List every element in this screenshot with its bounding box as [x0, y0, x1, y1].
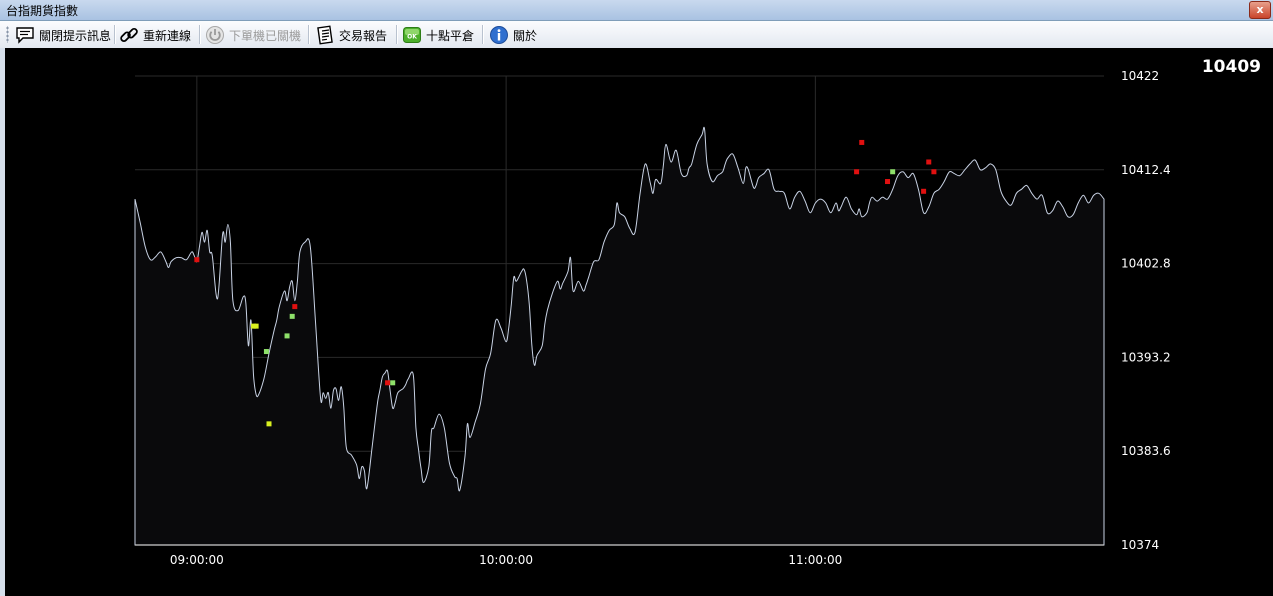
- current-price: 10409: [1201, 57, 1261, 77]
- trade-marker: [263, 349, 269, 355]
- y-tick-label: 10412.4: [1121, 163, 1171, 177]
- toolbar-separator: [396, 25, 398, 44]
- reconnect-button[interactable]: 重新連線: [119, 24, 191, 46]
- speech-bubble-icon: [16, 27, 34, 44]
- y-tick-label: 10402.8: [1121, 257, 1171, 271]
- trade-marker: [284, 333, 290, 339]
- trade-marker: [289, 313, 295, 319]
- title-bar: 台指期貨指數 x: [0, 0, 1273, 21]
- x-tick-label: 11:00:00: [788, 553, 842, 567]
- order-machine-off-button[interactable]: 下單機已關機: [205, 24, 301, 46]
- y-tick-label: 10374: [1121, 538, 1159, 552]
- info-icon: [490, 26, 508, 44]
- trade-marker: [292, 304, 298, 310]
- trade-marker: [390, 380, 396, 386]
- ten-oclock-close-button[interactable]: OK 十點平倉: [402, 24, 474, 46]
- toolbar-separator: [482, 25, 484, 44]
- trade-marker: [859, 139, 865, 145]
- y-tick-label: 10422: [1121, 69, 1159, 83]
- price-area: [134, 126, 1105, 546]
- trade-report-label: 交易報告: [339, 28, 388, 43]
- chain-link-icon: [120, 27, 138, 42]
- trade-marker: [885, 179, 891, 185]
- toolbar-separator: [199, 25, 201, 44]
- y-tick-label: 10393.2: [1121, 350, 1171, 364]
- trade-marker: [385, 380, 391, 386]
- svg-text:OK: OK: [407, 34, 417, 41]
- toolbar-grip[interactable]: [6, 26, 9, 43]
- report-icon: [317, 25, 333, 45]
- trade-marker: [890, 169, 896, 175]
- x-tick-label: 09:00:00: [170, 553, 224, 567]
- trade-marker: [266, 421, 272, 427]
- trade-marker: [253, 323, 259, 329]
- close-button[interactable]: x: [1249, 1, 1271, 19]
- about-button[interactable]: 關於: [489, 24, 537, 46]
- toolbar-separator: [114, 25, 116, 44]
- trade-marker: [926, 159, 932, 165]
- price-chart[interactable]: 10422 10412.4 10402.8 10393.2 10383.6 10374 0…: [5, 48, 1273, 596]
- ok-icon: OK: [403, 27, 421, 43]
- reconnect-label: 重新連線: [143, 28, 192, 43]
- trade-report-button[interactable]: 交易報告: [315, 24, 387, 46]
- trade-marker: [931, 169, 937, 175]
- trade-marker: [194, 257, 200, 263]
- toolbar-separator: [308, 25, 310, 44]
- toolbar: 關閉提示訊息 重新連線 下單機已關機 交易報告 OK 十點平倉 關於: [0, 21, 1273, 49]
- ten-oclock-close-label: 十點平倉: [426, 28, 475, 43]
- order-machine-off-label: 下單機已關機: [229, 28, 302, 43]
- y-tick-label: 10383.6: [1121, 444, 1171, 458]
- about-label: 關於: [513, 28, 538, 43]
- trade-marker: [854, 169, 860, 175]
- x-tick-label: 10:00:00: [479, 553, 533, 567]
- trade-marker: [921, 188, 927, 194]
- y-axis: 10422 10412.4 10402.8 10393.2 10383.6 10374: [1121, 69, 1171, 552]
- window-title: 台指期貨指數: [6, 4, 79, 18]
- power-icon: [206, 26, 224, 44]
- dismiss-alerts-label: 關閉提示訊息: [39, 28, 112, 43]
- x-axis: 09:00:00 10:00:00 11:00:00: [170, 553, 842, 567]
- dismiss-alerts-button[interactable]: 關閉提示訊息: [15, 24, 111, 46]
